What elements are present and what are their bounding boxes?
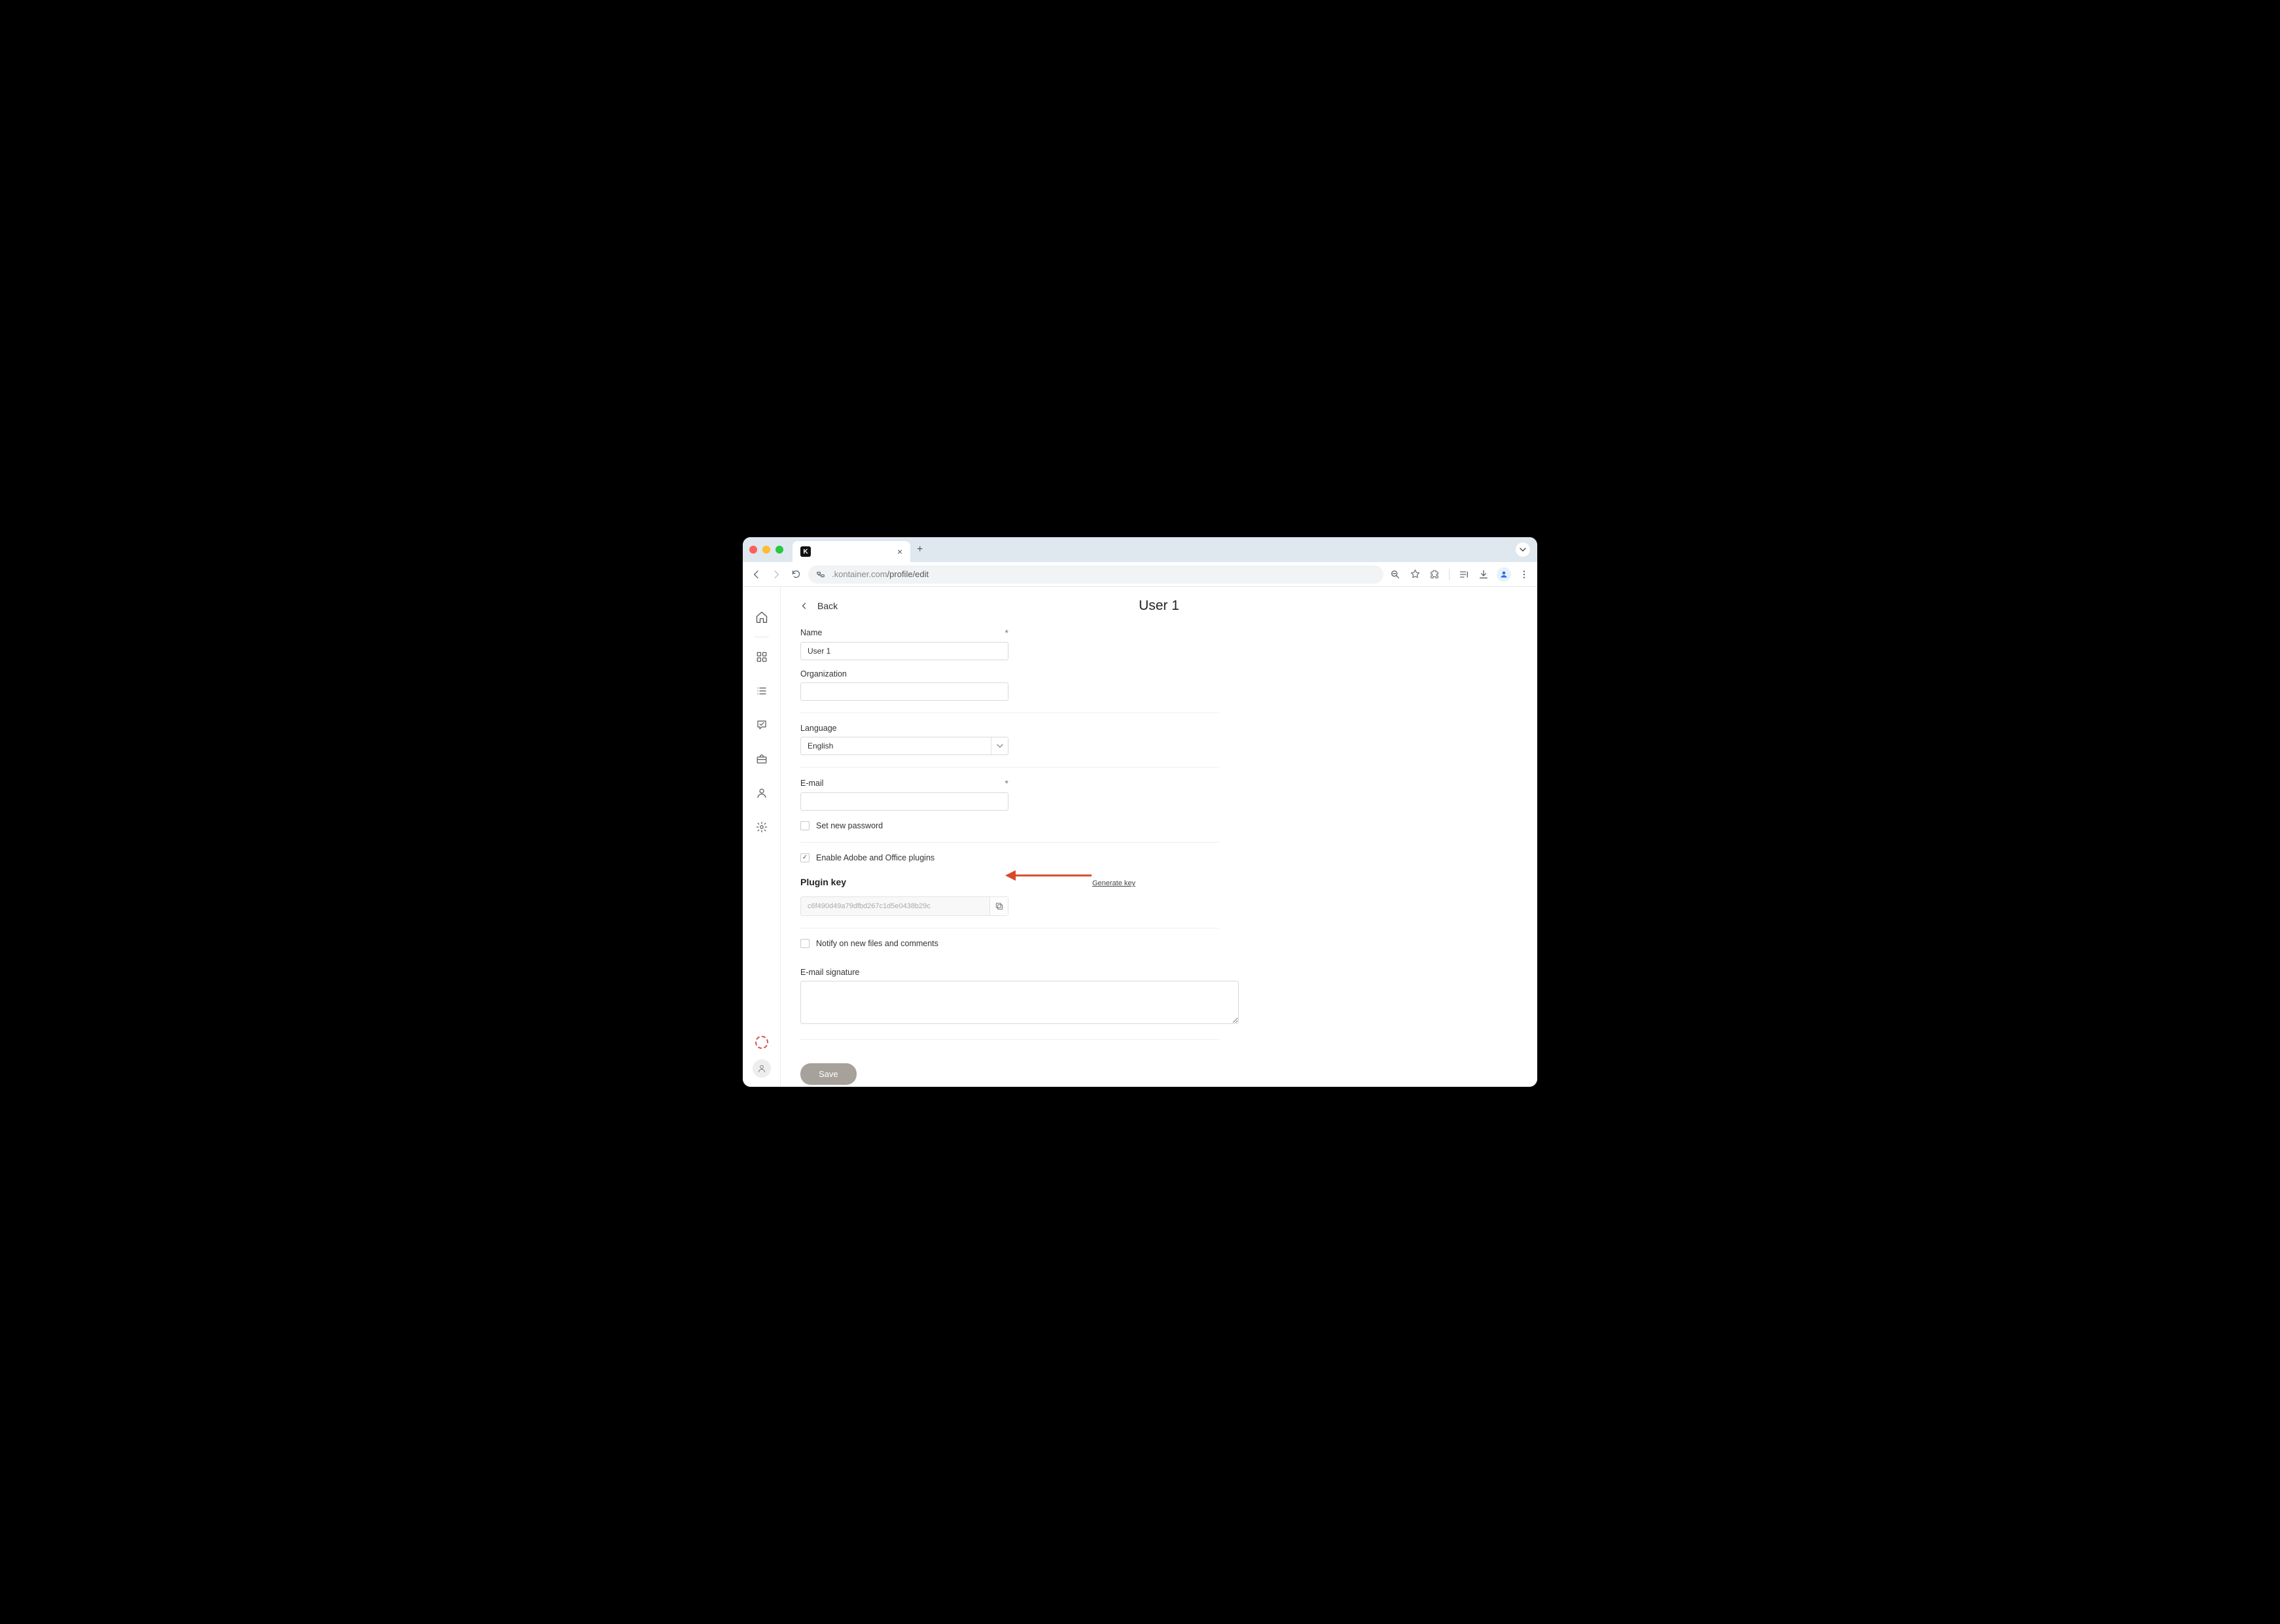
- nav-forward-icon[interactable]: [769, 567, 783, 582]
- page-title: User 1: [1139, 598, 1179, 614]
- signature-textarea[interactable]: [800, 981, 1239, 1024]
- organization-input[interactable]: [800, 682, 1008, 701]
- chevron-left-icon: [800, 602, 808, 610]
- required-marker: *: [1005, 627, 1008, 638]
- back-label: Back: [817, 601, 838, 611]
- name-label: Name: [800, 628, 822, 637]
- app-body: Back User 1 Name * Organization: [743, 587, 1537, 1087]
- tabs-dropdown-icon[interactable]: [1515, 542, 1531, 557]
- field-language: Language English: [800, 724, 1219, 755]
- email-label: E-mail: [800, 779, 823, 788]
- field-organization: Organization: [800, 669, 1219, 701]
- favicon-icon: K: [800, 546, 811, 557]
- enable-plugins-checkbox[interactable]: Enable Adobe and Office plugins: [800, 853, 1219, 862]
- notify-label: Notify on new files and comments: [816, 939, 938, 948]
- section-divider: [800, 1039, 1219, 1040]
- set-password-label: Set new password: [816, 821, 883, 830]
- downloads-icon[interactable]: [1477, 568, 1490, 581]
- chevron-down-icon: [991, 737, 1008, 754]
- save-button[interactable]: Save: [800, 1063, 857, 1085]
- url-text: .kontainer.com/profile/edit: [832, 569, 1377, 579]
- divider: [1449, 569, 1450, 580]
- close-window-icon[interactable]: [749, 546, 757, 554]
- plugin-key-field: c6f490d49a79dfbd267c1d5e0438b29c: [800, 896, 1008, 916]
- url-field[interactable]: .kontainer.com/profile/edit: [808, 565, 1383, 584]
- new-tab-button[interactable]: +: [917, 544, 923, 556]
- sidebar-item-home[interactable]: [750, 605, 774, 629]
- sidebar-item-list[interactable]: [750, 679, 774, 703]
- organization-label: Organization: [800, 669, 847, 679]
- plugin-key-header: Plugin key Generate key: [800, 877, 1219, 887]
- address-bar: .kontainer.com/profile/edit: [743, 562, 1537, 587]
- browser-tab[interactable]: K ×: [793, 541, 910, 562]
- required-marker: *: [1005, 778, 1008, 788]
- help-ring-icon: [755, 1036, 768, 1049]
- copy-key-button[interactable]: [989, 897, 1008, 915]
- signature-label: E-mail signature: [800, 968, 859, 977]
- sidebar-current-user[interactable]: [753, 1059, 771, 1078]
- minimize-window-icon[interactable]: [762, 546, 770, 554]
- profile-avatar-icon[interactable]: [1497, 567, 1511, 582]
- sidebar-item-settings[interactable]: [750, 815, 774, 839]
- checkbox-icon: [800, 939, 810, 948]
- language-value: English: [808, 741, 833, 750]
- bookmark-star-icon[interactable]: [1408, 568, 1421, 581]
- sidebar-item-user[interactable]: [750, 781, 774, 805]
- nav-back-icon[interactable]: [749, 567, 764, 582]
- notify-checkbox[interactable]: Notify on new files and comments: [800, 939, 1219, 948]
- checkbox-icon: [800, 821, 810, 830]
- checkbox-checked-icon: [800, 853, 810, 862]
- kebab-menu-icon[interactable]: [1518, 568, 1531, 581]
- reading-list-icon[interactable]: [1457, 568, 1470, 581]
- extensions-icon[interactable]: [1428, 568, 1441, 581]
- tab-strip: K × +: [743, 537, 1537, 562]
- section-divider: [800, 842, 1219, 843]
- email-input[interactable]: [800, 792, 1008, 811]
- sidebar-item-apps[interactable]: [750, 645, 774, 669]
- window-controls: [749, 546, 783, 554]
- generate-key-link[interactable]: Generate key: [1092, 879, 1135, 887]
- site-info-icon[interactable]: [815, 569, 827, 580]
- sidebar-item-help[interactable]: [750, 1031, 774, 1054]
- plugin-key-value: c6f490d49a79dfbd267c1d5e0438b29c: [801, 902, 989, 910]
- browser-window: K × + .kontainer.com/profile/edit: [743, 537, 1537, 1087]
- main-content: Back User 1 Name * Organization: [781, 587, 1537, 1087]
- language-label: Language: [800, 724, 837, 733]
- profile-form: Name * Organization Language: [781, 625, 1239, 1087]
- back-button[interactable]: Back: [800, 601, 838, 611]
- plugin-key-title: Plugin key: [800, 877, 846, 887]
- maximize-window-icon[interactable]: [775, 546, 783, 554]
- copy-icon: [995, 902, 1004, 911]
- set-password-checkbox[interactable]: Set new password: [800, 821, 1219, 830]
- close-tab-icon[interactable]: ×: [897, 546, 902, 557]
- sidebar-item-briefcase[interactable]: [750, 747, 774, 771]
- language-select[interactable]: English: [800, 737, 1008, 755]
- zoom-icon[interactable]: [1389, 568, 1402, 581]
- sidebar-item-approve[interactable]: [750, 713, 774, 737]
- field-name: Name *: [800, 627, 1219, 660]
- reload-icon[interactable]: [789, 567, 803, 582]
- section-divider: [800, 767, 1219, 768]
- field-email: E-mail *: [800, 778, 1219, 811]
- sidebar: [743, 587, 781, 1087]
- page-header: Back User 1: [781, 587, 1537, 625]
- name-input[interactable]: [800, 642, 1008, 660]
- field-signature: E-mail signature: [800, 968, 1219, 1027]
- enable-plugins-label: Enable Adobe and Office plugins: [816, 853, 935, 862]
